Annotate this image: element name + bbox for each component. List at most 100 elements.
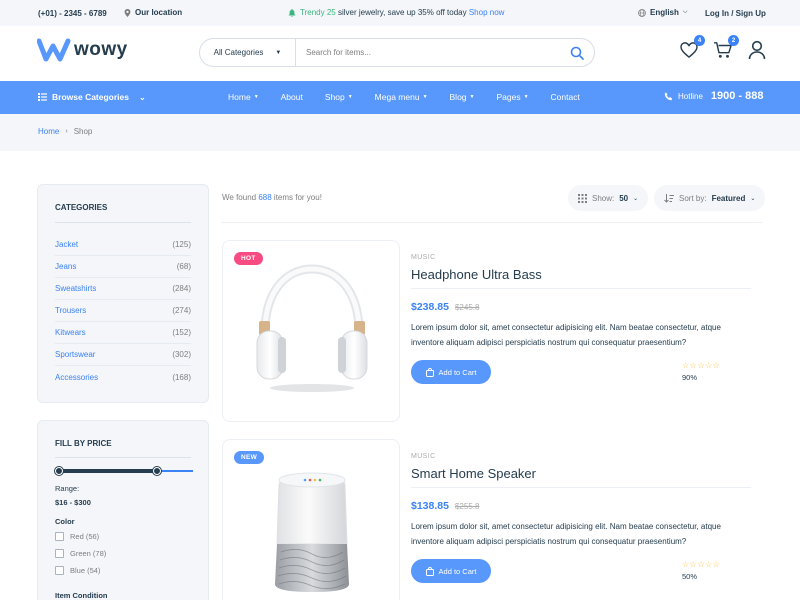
login-signup-link[interactable]: Log In / Sign Up (705, 9, 766, 18)
checkbox[interactable] (55, 532, 64, 541)
add-to-cart-label: Add to Cart (438, 367, 477, 377)
color-option-green[interactable]: Green (78) (55, 549, 106, 558)
search-icon[interactable] (570, 46, 584, 60)
divider (222, 222, 762, 223)
category-item[interactable]: Jeans (68) (55, 256, 191, 278)
top-bar: (+01) - 2345 - 6789 Our location Trendy … (0, 0, 800, 26)
category-select[interactable]: All Categories ▼ (200, 39, 296, 66)
chevron-down-icon: ⌵ (682, 9, 688, 15)
location-link[interactable]: Our location (124, 8, 182, 17)
checkbox[interactable] (55, 566, 64, 575)
hotline-number[interactable]: 1900 - 888 (711, 90, 764, 102)
category-item[interactable]: Trousers (274) (55, 300, 191, 322)
category-item[interactable]: Accessories (168) (55, 366, 191, 388)
category-item[interactable]: Sportswear (302) (55, 344, 191, 366)
category-select-label: All Categories (213, 48, 264, 57)
nav-item-pages[interactable]: Pages ▼ (496, 92, 528, 102)
nav-item-mega-menu[interactable]: Mega menu ▼ (375, 92, 428, 102)
product-image-card[interactable]: NEW (222, 439, 400, 600)
add-to-cart-button[interactable]: Add to Cart (411, 559, 491, 583)
results-prefix: We found (222, 193, 259, 202)
promo-shop-now-link[interactable]: Shop now (469, 8, 505, 17)
color-filter-label: Color (55, 517, 75, 526)
cart-button[interactable]: 2 (712, 35, 739, 61)
chevron-down-icon: ⌄ (750, 195, 756, 202)
nav-item-label: Shop (324, 92, 345, 102)
product-info: MUSIC Headphone Ultra Bass $238.85 $245.… (411, 254, 751, 350)
nav-item-label: Home (228, 92, 251, 102)
caret-down-icon: ▼ (347, 94, 353, 100)
categories-title: CATEGORIES (55, 203, 108, 212)
category-count: (168) (172, 372, 191, 382)
product-category[interactable]: MUSIC (411, 254, 751, 261)
category-item[interactable]: Sweatshirts (284) (55, 278, 191, 300)
wishlist-count-badge: 4 (694, 35, 705, 46)
divider (55, 457, 191, 458)
logo[interactable]: wowy (37, 38, 128, 62)
category-name: Jacket (55, 240, 79, 249)
category-count: (68) (176, 262, 191, 271)
product-category[interactable]: MUSIC (411, 453, 751, 460)
product-title[interactable]: Smart Home Speaker (411, 466, 751, 481)
phone-icon (664, 91, 673, 100)
logo-text: wowy (74, 39, 128, 60)
nav-item-home[interactable]: Home ▼ (228, 92, 259, 102)
main-nav: Browse Categories ⌄ Home ▼ About Shop ▼ Me… (0, 81, 800, 114)
browse-categories-label: Browse Categories (52, 92, 129, 102)
category-count: (274) (172, 306, 191, 315)
browse-categories-button[interactable]: Browse Categories ⌄ (38, 92, 146, 102)
nav-item-contact[interactable]: Contact (551, 92, 580, 102)
product-image-card[interactable]: HOT (222, 240, 400, 422)
nav-item-shop[interactable]: Shop ▼ (325, 92, 353, 102)
range-value: $16 - $300 (55, 498, 91, 507)
category-name: Sweatshirts (55, 284, 97, 293)
caret-down-icon: ▼ (253, 94, 259, 100)
rating-percent: 50% (682, 572, 698, 581)
slider-max-handle[interactable] (153, 467, 161, 475)
phone-number: (+01) - 2345 - 6789 (38, 9, 107, 18)
product-old-price: $245.8 (454, 303, 480, 312)
bell-icon (288, 8, 296, 17)
product-price: $238.85 (411, 301, 449, 313)
product-actions: Add to Cart ☆☆☆☆☆ 90% (411, 360, 751, 390)
hotline-label: Hotline (678, 91, 703, 101)
nav-item-blog[interactable]: Blog ▼ (450, 92, 475, 102)
color-option-blue[interactable]: Blue (54) (55, 566, 100, 575)
cart-count-badge: 2 (728, 35, 739, 46)
price-filter-widget: FILL BY PRICE Range: $16 - $300 Color Re… (37, 420, 209, 600)
sort-icon (664, 193, 674, 203)
hotline: Hotline 1900 - 888 (664, 90, 764, 102)
sort-by-select[interactable]: Sort by: Featured ⌄ (654, 185, 766, 211)
nav-menu: Home ▼ About Shop ▼ Mega menu ▼ Blog ▼ Pages… (228, 92, 602, 102)
product-title[interactable]: Headphone Ultra Bass (411, 267, 751, 282)
rating-stars-icon: ☆☆☆☆☆ (682, 361, 721, 370)
nav-item-about[interactable]: About (281, 92, 303, 102)
rating-percent: 90% (682, 373, 698, 382)
breadcrumb: Home › Shop (38, 127, 92, 136)
product-actions: Add to Cart ☆☆☆☆☆ 50% (411, 559, 751, 589)
category-name: Trousers (55, 306, 87, 315)
product-old-price: $255.8 (454, 502, 480, 511)
language-selector[interactable]: English ⌵ (638, 8, 687, 17)
globe-icon (638, 8, 646, 17)
divider (411, 487, 751, 488)
search-input[interactable] (306, 48, 556, 57)
category-item[interactable]: Jacket (125) (55, 234, 191, 256)
slider-min-handle[interactable] (55, 467, 63, 475)
add-to-cart-button[interactable]: Add to Cart (411, 360, 491, 384)
headphone-image (256, 264, 368, 392)
show-value: 50 (619, 193, 629, 203)
category-item[interactable]: Kitwears (152) (55, 322, 191, 344)
divider (411, 288, 751, 289)
wishlist-button[interactable]: 4 (678, 35, 705, 61)
promo-banner: Trendy 25 silver jewelry, save up 35% of… (288, 8, 504, 17)
bag-icon (425, 566, 434, 576)
checkbox[interactable] (55, 549, 64, 558)
breadcrumb-home-link[interactable]: Home (38, 127, 59, 136)
show-per-page-select[interactable]: Show: 50 ⌄ (568, 185, 649, 211)
add-to-cart-label: Add to Cart (438, 566, 477, 576)
color-option-red[interactable]: Red (56) (55, 532, 99, 541)
price-range-slider[interactable] (55, 467, 193, 475)
account-button[interactable] (746, 39, 768, 61)
nav-item-label: About (280, 92, 303, 102)
